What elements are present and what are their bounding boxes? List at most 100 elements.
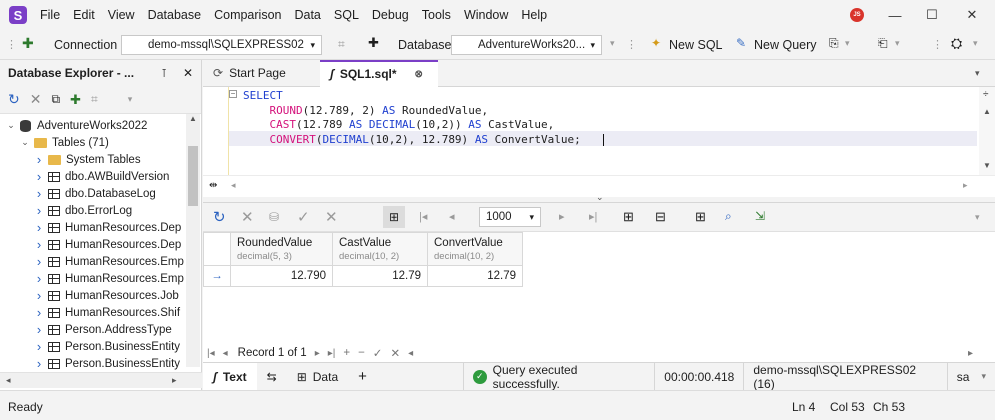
tree-item[interactable]: › HumanResources.Job xyxy=(0,287,201,304)
chevron-down-icon[interactable]: ▾ xyxy=(895,38,900,49)
tree-item[interactable]: ⌄ AdventureWorks2022 xyxy=(0,117,201,134)
menu-item-tools[interactable]: Tools xyxy=(422,8,451,22)
chevron-down-icon[interactable]: ▾ xyxy=(845,38,850,49)
tree-horizontal-scrollbar[interactable]: ◂ ▸ xyxy=(0,372,202,388)
tree-item[interactable]: › HumanResources.Emp xyxy=(0,270,201,287)
commit-icon[interactable]: ✓ xyxy=(297,208,310,226)
tree-item[interactable]: ⌄ Tables (71) xyxy=(0,134,201,151)
disconnect-icon[interactable]: ⌗ xyxy=(338,37,345,52)
scroll-up-icon[interactable]: ▲ xyxy=(189,114,197,123)
menu-item-help[interactable]: Help xyxy=(521,8,547,22)
chevron-right-icon[interactable]: › xyxy=(34,271,44,286)
code-line[interactable]: CAST(12.789 AS DECIMAL(10,2)) AS CastVal… xyxy=(243,118,581,133)
current-row-arrow-icon[interactable]: → xyxy=(203,265,231,287)
chevron-down-icon[interactable]: ▾ xyxy=(973,38,978,49)
tab-data[interactable]: ⊞ Data xyxy=(287,363,348,391)
post-record-icon[interactable]: ✓ xyxy=(373,346,383,360)
tab-start-page[interactable]: ⟳ Start Page xyxy=(203,60,318,87)
chevron-down-icon[interactable]: ▾ xyxy=(975,68,980,79)
maximize-icon[interactable]: ☐ xyxy=(922,6,942,24)
column-header[interactable]: CastValue decimal(10, 2) xyxy=(332,232,428,266)
copy-icon[interactable]: ⧉ xyxy=(51,92,60,107)
open-file-icon[interactable]: ⎘ xyxy=(829,36,839,51)
cancel-record-icon[interactable]: ✕ xyxy=(390,346,400,360)
menu-item-sql[interactable]: SQL xyxy=(334,8,359,22)
tree-item[interactable]: › dbo.ErrorLog xyxy=(0,202,201,219)
new-database-icon[interactable]: ✚ xyxy=(368,35,379,51)
scroll-up-icon[interactable]: ▲ xyxy=(983,107,991,116)
chevron-right-icon[interactable]: › xyxy=(34,237,44,252)
chevron-right-icon[interactable]: › xyxy=(34,305,44,320)
first-page-icon[interactable]: |◂ xyxy=(419,210,427,223)
tree-item[interactable]: › HumanResources.Dep xyxy=(0,236,201,253)
tab-text[interactable]: ʃ Text xyxy=(203,362,257,391)
refresh-icon[interactable]: ↻ xyxy=(213,208,226,226)
chevron-right-icon[interactable]: › xyxy=(34,169,44,184)
new-sql-icon[interactable]: ✦ xyxy=(651,36,661,50)
chevron-right-icon[interactable]: › xyxy=(34,152,44,167)
table-view-icon[interactable]: ⊞ xyxy=(623,209,634,225)
expand-down-icon[interactable]: ⌄ xyxy=(20,137,30,148)
new-sql-button[interactable]: New SQL xyxy=(669,38,723,52)
expand-down-icon[interactable]: ⌄ xyxy=(6,120,16,131)
new-query-icon[interactable]: ✎ xyxy=(736,36,746,50)
tree-item[interactable]: › HumanResources.Emp xyxy=(0,253,201,270)
cancel-icon[interactable]: ✕ xyxy=(241,208,254,226)
page-size-select[interactable]: 1000 ▾ xyxy=(479,207,541,227)
delete-record-icon[interactable]: − xyxy=(358,347,365,359)
code-area[interactable]: SELECT ROUND(12.789, 2) AS RoundedValue,… xyxy=(243,89,581,147)
chevron-right-icon[interactable]: › xyxy=(34,356,44,371)
scroll-left-icon[interactable]: ◂ xyxy=(231,180,236,191)
tab-sql1[interactable]: ʃ SQL1.sql* ⊗ xyxy=(320,59,438,87)
cancel-icon[interactable]: ✕ xyxy=(30,91,42,108)
chevron-right-icon[interactable]: › xyxy=(34,288,44,303)
swap-tabs-button[interactable]: ⇆ xyxy=(257,363,287,391)
export-icon[interactable]: ⇲ xyxy=(755,209,765,223)
scroll-right-icon[interactable]: ▸ xyxy=(968,348,973,359)
chevron-right-icon[interactable]: › xyxy=(34,186,44,201)
pivot-icon[interactable]: ⊞ xyxy=(695,209,706,225)
next-page-icon[interactable]: ▸ xyxy=(559,210,565,223)
add-tab-button[interactable]: + xyxy=(348,363,377,391)
split-horizontal-icon[interactable]: ⇹ xyxy=(209,180,217,191)
tree-item[interactable]: › Person.AddressType xyxy=(0,321,201,338)
next-record-icon[interactable]: ▸ xyxy=(315,348,320,359)
save-icon[interactable]: ⎗ xyxy=(878,36,888,51)
tree-scroll-thumb[interactable] xyxy=(188,146,198,206)
new-connection-icon[interactable]: ✚ xyxy=(22,35,34,52)
menu-item-view[interactable]: View xyxy=(108,8,135,22)
prev-record-icon[interactable]: ◂ xyxy=(223,348,228,359)
chevron-right-icon[interactable]: › xyxy=(34,220,44,235)
grid-layout-icon[interactable]: ⊞ xyxy=(383,206,405,228)
close-icon[interactable]: ✕ xyxy=(962,6,982,24)
settings-icon[interactable]: ⛭ xyxy=(951,35,962,52)
add-record-icon[interactable]: + xyxy=(343,347,350,359)
chevron-right-icon[interactable]: › xyxy=(34,339,44,354)
split-icon[interactable]: ÷ xyxy=(983,89,989,100)
pin-icon[interactable]: ⊺ xyxy=(161,67,167,80)
close-tab-icon[interactable]: ⊗ xyxy=(415,69,423,80)
menu-item-window[interactable]: Window xyxy=(464,8,508,22)
first-record-icon[interactable]: |◂ xyxy=(207,348,215,359)
chevron-down-icon[interactable]: ▾ xyxy=(975,212,980,223)
chevron-right-icon[interactable]: › xyxy=(34,254,44,269)
chevron-right-icon[interactable]: › xyxy=(34,203,44,218)
tree-item[interactable]: › HumanResources.Shif xyxy=(0,304,201,321)
menu-item-database[interactable]: Database xyxy=(148,8,202,22)
scroll-down-icon[interactable]: ▼ xyxy=(983,161,991,170)
refresh-icon[interactable]: ↻ xyxy=(8,91,20,108)
chevron-right-icon[interactable]: › xyxy=(34,322,44,337)
chevron-down-icon[interactable]: ▾ xyxy=(610,38,615,49)
tree-item[interactable]: › dbo.AWBuildVersion xyxy=(0,168,201,185)
tree-item[interactable]: › System Tables xyxy=(0,151,201,168)
connection-select[interactable]: demo-mssql\SQLEXPRESS02 ▾ xyxy=(121,35,322,55)
sql-editor[interactable]: − SELECT ROUND(12.789, 2) AS RoundedValu… xyxy=(203,87,995,175)
column-header[interactable]: RoundedValue decimal(5, 3) xyxy=(230,232,333,266)
table-row[interactable]: → 12.790 12.79 12.79 xyxy=(203,265,523,287)
menu-item-data[interactable]: Data xyxy=(294,8,320,22)
new-connection-icon[interactable]: ✚ xyxy=(70,92,81,108)
grid-cell[interactable]: 12.79 xyxy=(332,265,428,287)
grid-cell[interactable]: 12.790 xyxy=(230,265,333,287)
collapse-icon[interactable]: − xyxy=(229,90,237,98)
code-line[interactable]: SELECT xyxy=(243,89,581,104)
